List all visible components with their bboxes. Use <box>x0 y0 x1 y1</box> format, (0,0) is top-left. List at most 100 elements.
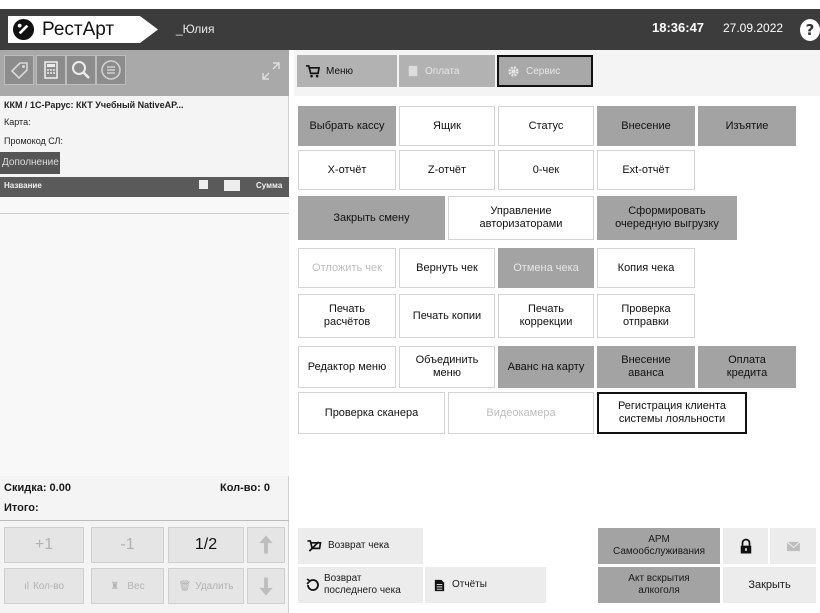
form-upload-button[interactable]: Сформировать очередную выгрузку <box>597 196 737 240</box>
manage-authorizers-button[interactable]: Управление авторизаторами <box>448 196 594 240</box>
print-copy-button[interactable]: Печать копии <box>399 294 495 338</box>
withdrawal-button[interactable]: Изъятие <box>698 106 796 146</box>
quantity-button[interactable]: ıl Кол-во <box>4 568 84 604</box>
status-button[interactable]: Статус <box>498 106 594 146</box>
calculator-icon <box>44 61 58 79</box>
search-button[interactable] <box>66 55 96 85</box>
document-icon <box>434 579 445 591</box>
merge-menu-line2: меню <box>432 367 461 379</box>
drawer-button[interactable]: Ящик <box>399 106 495 146</box>
scanner-check-button[interactable]: Проверка сканера <box>298 392 445 434</box>
discount-total: Скидка: 0.00 <box>4 482 71 494</box>
cancel-check-button[interactable]: Отмена чека <box>498 248 594 288</box>
expand-icon[interactable] <box>258 58 284 84</box>
print-correction-button[interactable]: Печать коррекции <box>498 294 594 338</box>
menu-editor-button[interactable]: Редактор меню <box>298 346 396 388</box>
loyalty-registration-line2: системы лояльности <box>618 413 726 425</box>
current-user[interactable]: _Юлия <box>176 22 214 36</box>
print-calculations-line2: расчётов <box>323 316 371 328</box>
column-sum: Сумма <box>256 181 283 190</box>
return-last-line2: последнего чека <box>324 585 401 596</box>
copy-check-button[interactable]: Копия чека <box>597 248 695 288</box>
addition-button[interactable]: Дополнение <box>0 152 60 174</box>
alcohol-act-line2: алкоголя <box>638 585 680 596</box>
tab-payment[interactable]: Оплата <box>399 55 495 87</box>
calculator-column-icon <box>199 180 208 189</box>
print-calculations-button[interactable]: Печать расчётов <box>298 294 396 338</box>
print-calculations-line1: Печать <box>328 303 366 315</box>
self-service-line1: АРМ <box>648 534 670 545</box>
alcohol-opening-act-button[interactable]: Акт вскрытия алкоголя <box>598 567 720 603</box>
discount-column-icon <box>224 180 240 191</box>
alcohol-act-line1: Акт вскрытия <box>628 573 690 584</box>
check-sending-button[interactable]: Проверка отправки <box>597 294 695 338</box>
weight-button[interactable]: ♜ Вес <box>91 568 164 604</box>
pay-credit-button[interactable]: Оплата кредита <box>698 346 796 388</box>
tag-button[interactable] <box>4 55 34 85</box>
order-total: Итого: <box>4 502 39 514</box>
delete-button[interactable]: 🗑 Удалить <box>168 568 244 604</box>
merge-menu-button[interactable]: Объединить меню <box>399 346 495 388</box>
self-service-button[interactable]: АРМ Самообслуживания <box>598 528 720 564</box>
gear-icon <box>508 65 519 77</box>
arrow-up-icon <box>259 535 273 554</box>
postpone-check-button[interactable]: Отложить чек <box>298 248 396 288</box>
return-check-bottom-button[interactable]: Возврат чека <box>298 528 423 564</box>
quantity-total: Кол-во: 0 <box>220 482 270 494</box>
undo-icon <box>306 578 319 591</box>
loyalty-registration-button[interactable]: Регистрация клиента системы лояльности <box>597 392 747 434</box>
tab-menu[interactable]: Меню <box>297 55 397 87</box>
minus-one-button[interactable]: -1 <box>91 527 164 563</box>
close-button[interactable]: Закрыть <box>723 567 816 603</box>
dish-menu-button[interactable] <box>96 55 126 85</box>
lock-button[interactable] <box>723 528 768 564</box>
check-sending-line1: Проверка <box>621 303 671 315</box>
video-camera-button[interactable]: Видеокамера <box>448 392 594 434</box>
message-button[interactable] <box>770 528 816 564</box>
x-report-button[interactable]: X-отчёт <box>298 150 396 190</box>
manage-authorizers-line1: Управление <box>490 205 552 217</box>
help-icon[interactable]: ? <box>800 19 820 41</box>
trash-icon: 🗑 <box>178 580 192 592</box>
return-last-line1: Возврат <box>324 573 362 584</box>
cart-return-icon <box>307 539 322 552</box>
return-check-bottom-label: Возврат чека <box>328 540 390 551</box>
advance-to-card-button[interactable]: Аванс на карту <box>498 346 594 388</box>
return-check-button[interactable]: Вернуть чек <box>399 248 495 288</box>
zero-check-button[interactable]: 0-чек <box>498 150 594 190</box>
weight-button-label: Вес <box>127 580 145 592</box>
check-sending-line2: отправки <box>623 316 669 328</box>
deposit-advance-line2: аванса <box>628 367 664 379</box>
merge-menu-line1: Объединить <box>415 354 479 366</box>
plus-one-button[interactable]: +1 <box>4 527 84 563</box>
half-portion-button[interactable]: 1/2 <box>168 527 244 563</box>
calculator-button[interactable] <box>36 55 66 85</box>
tab-menu-label: Меню <box>326 65 354 77</box>
clock-time: 18:36:47 <box>652 20 705 35</box>
order-list[interactable] <box>0 214 289 476</box>
move-down-button[interactable] <box>247 568 285 604</box>
ext-report-button[interactable]: Ext-отчёт <box>597 150 695 190</box>
z-report-button[interactable]: Z-отчёт <box>399 150 495 190</box>
deposit-button[interactable]: Внесение <box>597 106 695 146</box>
dish-menu-icon <box>101 60 121 80</box>
order-table-header: Название Сумма <box>0 177 289 197</box>
cart-icon <box>306 64 320 77</box>
arrow-down-icon <box>259 577 273 596</box>
return-last-check-button[interactable]: Возврат последнего чека <box>298 567 423 603</box>
tab-payment-label: Оплата <box>425 65 460 77</box>
column-name: Название <box>4 181 42 190</box>
close-shift-button[interactable]: Закрыть смену <box>298 196 445 240</box>
deposit-advance-button[interactable]: Внесение аванса <box>597 346 695 388</box>
reports-button-label: Отчёты <box>452 579 487 590</box>
quantity-button-label: Кол-во <box>32 580 65 592</box>
return-last-check-label: Возврат последнего чека <box>324 573 401 597</box>
move-up-button[interactable] <box>247 527 285 563</box>
app-name: РестАрт <box>42 19 115 40</box>
reports-button[interactable]: Отчёты <box>425 567 546 603</box>
tab-service[interactable]: Сервис <box>497 55 593 87</box>
bars-icon: ıl <box>23 580 29 592</box>
select-register-button[interactable]: Выбрать кассу <box>298 106 396 146</box>
order-list-row <box>0 197 289 214</box>
deposit-advance-line1: Внесение <box>621 354 671 366</box>
